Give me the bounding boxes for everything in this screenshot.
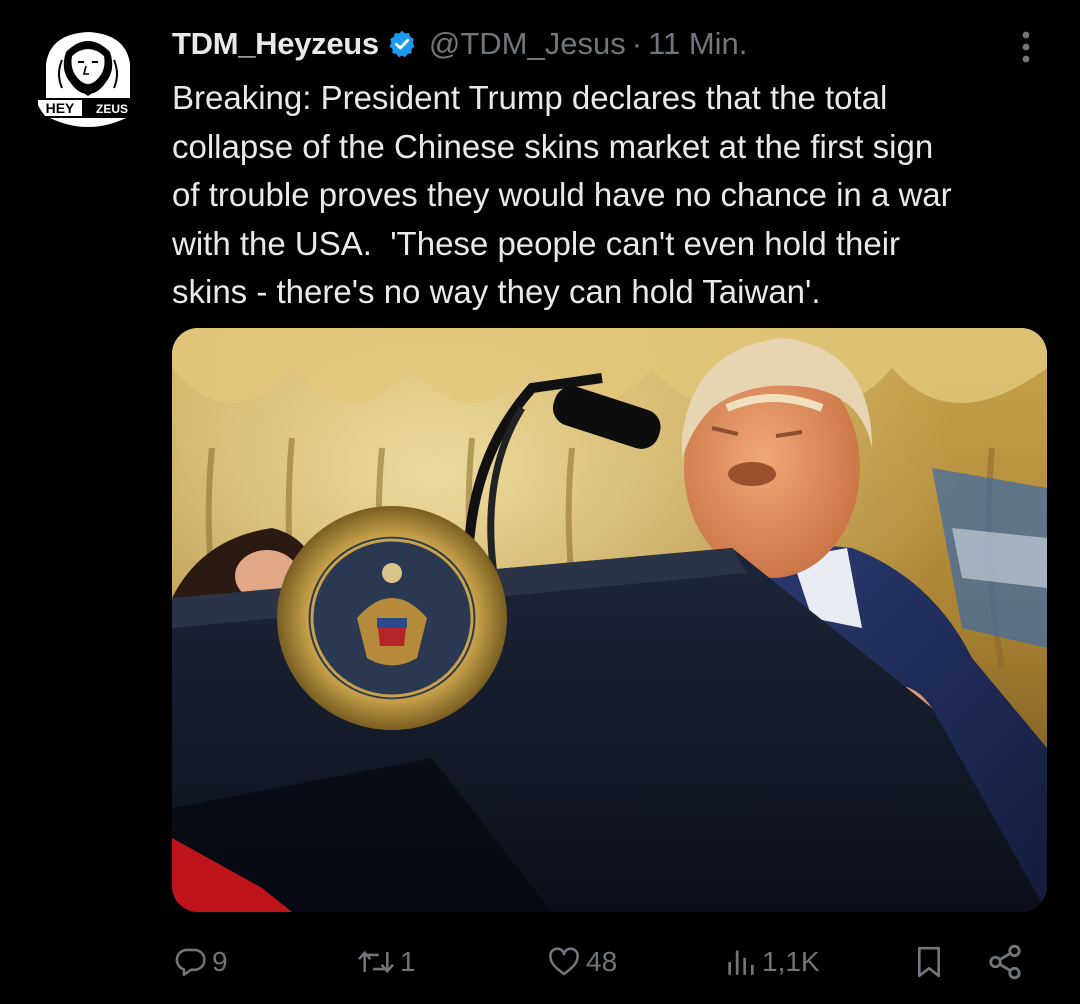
avatar-text-zeus: ZEUS [96, 102, 128, 116]
like-count: 48 [586, 946, 618, 977]
views-icon [724, 945, 758, 979]
views-button[interactable]: 1,1K [724, 936, 820, 988]
bookmark-button[interactable] [912, 936, 946, 988]
repost-icon [356, 945, 396, 979]
heart-icon [546, 945, 582, 979]
tweet-header: TDM_Heyzeus @TDM_Jesus · 11 Min. [172, 22, 747, 66]
display-name[interactable]: TDM_Heyzeus [172, 26, 379, 62]
bookmark-icon [912, 944, 946, 980]
reply-icon [174, 945, 208, 979]
user-handle[interactable]: @TDM_Jesus [429, 26, 626, 62]
heyzeus-logo-image: HEY ZEUS [32, 24, 144, 136]
reply-count: 9 [212, 946, 228, 977]
like-button[interactable]: 48 [546, 936, 617, 988]
tweet-text: Breaking: President Trump declares that … [172, 79, 952, 310]
repost-count: 1 [400, 946, 416, 977]
tweet-action-bar: 9 1 48 1,1K [0, 936, 1080, 988]
avatar[interactable]: HEY ZEUS [32, 24, 144, 136]
avatar-text-hey: HEY [46, 100, 75, 116]
reply-button[interactable]: 9 [174, 936, 228, 988]
photo-podium-speaker [172, 328, 1047, 912]
tweet-timestamp[interactable]: 11 Min. [648, 26, 747, 62]
verified-badge-icon [387, 29, 417, 59]
tweet-photo[interactable] [172, 328, 1047, 912]
share-button[interactable] [986, 936, 1024, 988]
header-separator: · [631, 26, 643, 61]
more-vertical-icon[interactable] [1006, 26, 1046, 66]
repost-button[interactable]: 1 [356, 936, 416, 988]
share-icon [986, 943, 1024, 981]
views-count: 1,1K [762, 946, 820, 977]
